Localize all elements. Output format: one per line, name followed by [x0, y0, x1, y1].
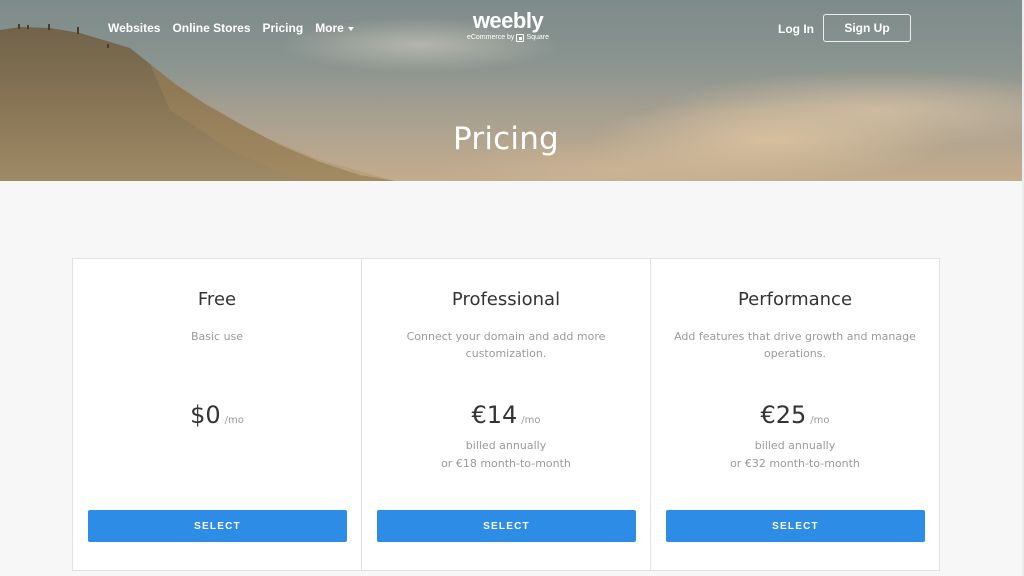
select-performance-button[interactable]: SELECT — [666, 510, 925, 542]
plan-card-professional: Professional Connect your domain and add… — [362, 259, 651, 570]
billing-info: billed annually or €32 month-to-month — [651, 437, 939, 473]
tagline-brand: Square — [526, 34, 550, 41]
weebly-logo[interactable]: weebly eCommerce by Square — [448, 8, 568, 42]
price-row: $0 /mo — [73, 401, 361, 429]
page-title: Pricing — [453, 120, 559, 157]
plan-price: $0 — [190, 401, 221, 429]
billing-info: billed annually or €18 month-to-month — [362, 437, 650, 473]
plan-card-performance: Performance Add features that drive grow… — [651, 259, 939, 570]
price-row: €25 /mo — [651, 401, 939, 429]
nav-link-more-label: More — [315, 21, 344, 35]
signup-button[interactable]: Sign Up — [823, 14, 911, 42]
billing-annual: billed annually — [465, 439, 547, 452]
tagline-prefix: eCommerce by — [466, 34, 515, 41]
plan-name: Professional — [451, 289, 561, 310]
logo-tagline: eCommerce by Square — [448, 34, 568, 42]
plan-description: Add features that drive growth and manag… — [674, 330, 916, 360]
price-period: /mo — [810, 415, 830, 426]
square-logo-icon — [516, 34, 525, 42]
plan-description: Basic use — [190, 330, 244, 343]
nav-link-more[interactable]: More — [315, 21, 354, 35]
login-link[interactable]: Log In — [778, 22, 814, 36]
main-nav: Websites Online Stores Pricing More — [108, 21, 354, 35]
billing-monthly: or €32 month-to-month — [730, 457, 860, 470]
plan-price: €14 — [471, 401, 518, 429]
plan-name: Free — [197, 289, 237, 310]
plan-name: Performance — [737, 289, 853, 310]
billing-annual: billed annually — [754, 439, 836, 452]
select-professional-button[interactable]: SELECT — [377, 510, 636, 542]
logo-wordmark: weebly — [472, 8, 544, 33]
price-row: €14 /mo — [362, 401, 650, 429]
plan-price: €25 — [760, 401, 807, 429]
billing-monthly: or €18 month-to-month — [441, 457, 571, 470]
plan-card-free: Free Basic use $0 /mo SELECT — [73, 259, 362, 570]
price-period: /mo — [521, 415, 541, 426]
plan-description: Connect your domain and add more customi… — [406, 330, 606, 360]
price-period: /mo — [224, 415, 244, 426]
pricing-plans: Free Basic use $0 /mo SELECT Professiona… — [72, 258, 940, 571]
nav-link-online-stores[interactable]: Online Stores — [172, 21, 250, 35]
nav-link-websites[interactable]: Websites — [108, 21, 160, 35]
caret-down-icon — [347, 26, 354, 31]
select-free-button[interactable]: SELECT — [88, 510, 347, 542]
nav-link-pricing[interactable]: Pricing — [263, 21, 304, 35]
